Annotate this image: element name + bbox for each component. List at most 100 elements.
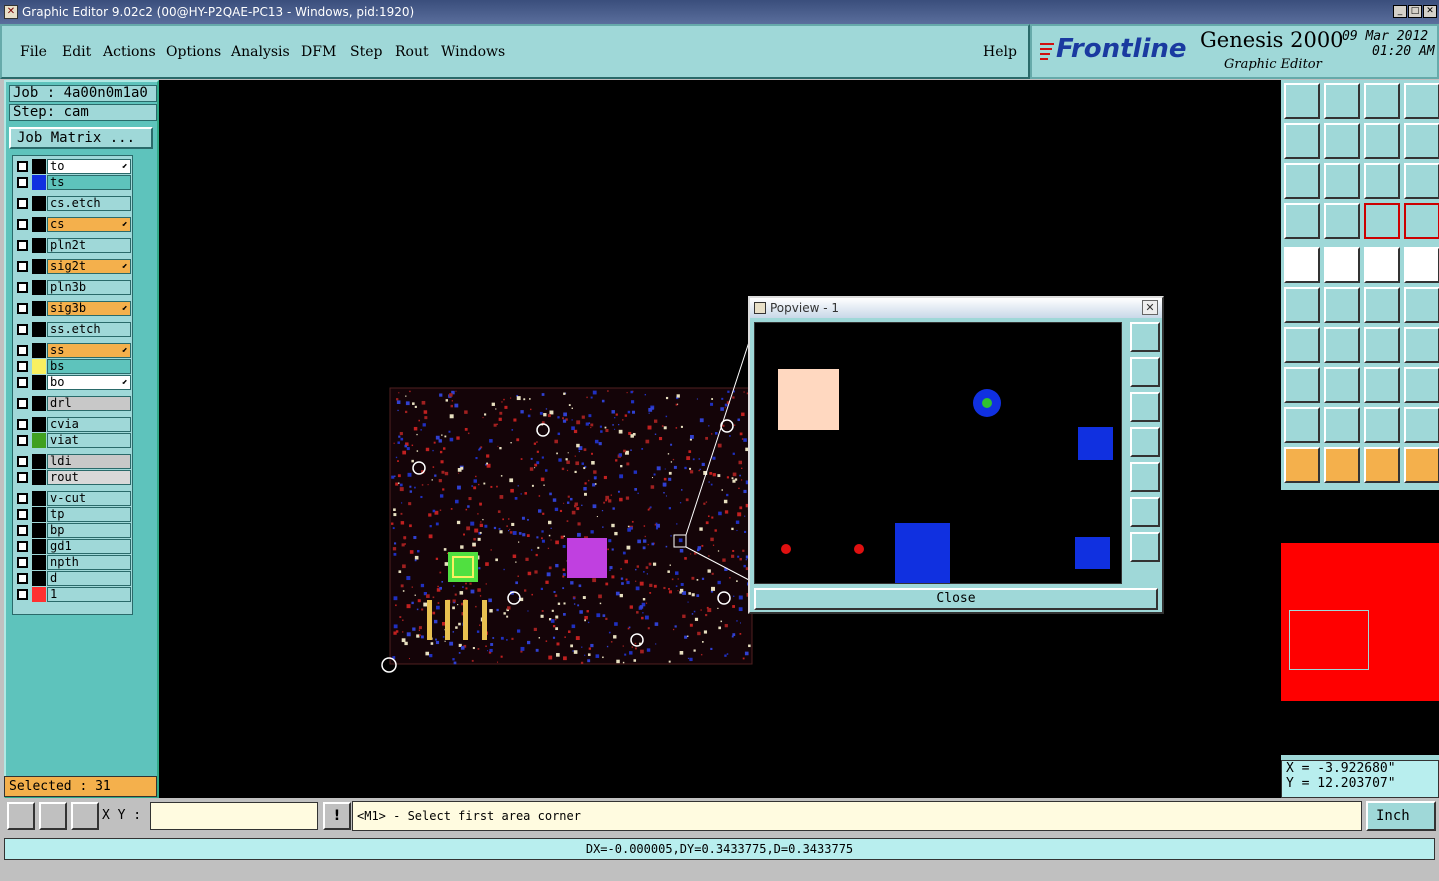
minimize-button[interactable]: _ (1393, 5, 1407, 18)
tri-a-icon[interactable] (1364, 407, 1400, 443)
pointer-icon[interactable] (1284, 447, 1320, 483)
layer-color-swatch[interactable] (32, 587, 46, 602)
open-job-icon[interactable] (1284, 83, 1320, 119)
layer-name[interactable]: cs.etch (47, 196, 131, 211)
popview-pan-right-icon[interactable] (1130, 462, 1160, 492)
layer-row-tp[interactable]: tp (15, 507, 132, 522)
layer-row-sig2t[interactable]: sig2t ⬋ (15, 259, 132, 274)
layer-name[interactable]: v-cut (47, 491, 131, 506)
layer-name[interactable]: 1 (47, 587, 131, 602)
layer-row-ss[interactable]: ss ⬋ (15, 343, 132, 358)
job-matrix-button[interactable]: Job Matrix ... (9, 127, 153, 149)
menu-file[interactable]: File (20, 44, 47, 60)
layer-name[interactable]: ldi (47, 454, 131, 469)
layer-color-swatch[interactable] (32, 507, 46, 522)
layer-row-drl[interactable]: drl (15, 396, 132, 411)
layer-name[interactable]: d (47, 571, 131, 586)
overview-viewport[interactable] (1289, 610, 1369, 670)
layer-color-swatch[interactable] (32, 571, 46, 586)
layer-row-v-cut[interactable]: v-cut (15, 491, 132, 506)
layer-checkbox[interactable] (17, 219, 28, 230)
layer-row-rout[interactable]: rout (15, 470, 132, 485)
layer-color-swatch[interactable] (32, 343, 46, 358)
layer-color-swatch[interactable] (32, 259, 46, 274)
layer-checkbox[interactable] (17, 456, 28, 467)
menu-analysis[interactable]: Analysis (231, 44, 290, 60)
layer-name[interactable]: sig3b ⬋ (47, 301, 131, 316)
layer-row-ts[interactable]: ts (15, 175, 132, 190)
zoom-left-icon[interactable] (1284, 123, 1320, 159)
layers-toggle-2-icon[interactable] (1404, 203, 1439, 239)
cross-icon[interactable] (1324, 287, 1360, 323)
layer-name[interactable]: drl (47, 396, 131, 411)
line-horiz-icon[interactable] (1324, 367, 1360, 403)
menu-actions[interactable]: Actions (103, 44, 156, 60)
popview-pan-up-icon[interactable] (1130, 357, 1160, 387)
layer-color-swatch[interactable] (32, 470, 46, 485)
grid-icon[interactable] (71, 802, 99, 830)
draw-area-icon[interactable] (1324, 247, 1360, 283)
layer-checkbox[interactable] (17, 573, 28, 584)
layer-name[interactable]: sig2t ⬋ (47, 259, 131, 274)
text-mode-icon[interactable] (1404, 327, 1439, 363)
layer-checkbox[interactable] (17, 557, 28, 568)
line-angle-icon[interactable] (1284, 327, 1320, 363)
tri-up-icon[interactable] (1324, 407, 1360, 443)
layer-color-swatch[interactable] (32, 280, 46, 295)
layer-row-viat[interactable]: viat (15, 433, 132, 448)
layer-row-bs[interactable]: bs (15, 359, 132, 374)
menu-rout[interactable]: Rout (395, 44, 429, 60)
layer-color-swatch[interactable] (32, 523, 46, 538)
layer-color-swatch[interactable] (32, 433, 46, 448)
layer-checkbox[interactable] (17, 589, 28, 600)
popview-zoom-icon[interactable] (1130, 322, 1160, 352)
layer-checkbox[interactable] (17, 261, 28, 272)
popview-zoom-out-icon[interactable] (1130, 532, 1160, 562)
layer-name[interactable]: pln2t (47, 238, 131, 253)
layer-color-swatch[interactable] (32, 175, 46, 190)
layer-row-to[interactable]: to ⬋ (15, 159, 132, 174)
menu-edit[interactable]: Edit (62, 44, 91, 60)
dot-icon[interactable] (1404, 247, 1439, 283)
layer-row-d[interactable]: d (15, 571, 132, 586)
layer-row-npth[interactable]: npth (15, 555, 132, 570)
layer-checkbox[interactable] (17, 361, 28, 372)
layer-name[interactable]: tp (47, 507, 131, 522)
layer-name[interactable]: bo ⬋ (47, 375, 131, 390)
pointer-3-icon[interactable] (1364, 447, 1400, 483)
tri-h-icon[interactable] (1404, 407, 1439, 443)
popview-zoom-in-icon[interactable] (1130, 497, 1160, 527)
layer-row-cs.etch[interactable]: cs.etch (15, 196, 132, 211)
snap-icon[interactable] (1284, 367, 1320, 403)
angle-tri-icon[interactable] (1284, 407, 1320, 443)
ruler-icon[interactable] (1364, 247, 1400, 283)
layer-checkbox[interactable] (17, 303, 28, 314)
menu-dfm[interactable]: DFM (301, 44, 336, 60)
menu-step[interactable]: Step (350, 44, 382, 60)
layer-name[interactable]: npth (47, 555, 131, 570)
fit-screen-icon[interactable] (1284, 163, 1320, 199)
tool-wrench-icon[interactable] (1284, 203, 1320, 239)
xy-input[interactable] (150, 802, 318, 830)
measure-icon[interactable] (1364, 367, 1400, 403)
layer-checkbox[interactable] (17, 435, 28, 446)
layer-row-1[interactable]: 1 (15, 587, 132, 602)
help-icon[interactable] (1404, 163, 1439, 199)
layer-checkbox[interactable] (17, 398, 28, 409)
popview-close-button[interactable]: Close (754, 588, 1158, 610)
units-select[interactable]: Inch (1366, 801, 1436, 831)
layer-name[interactable]: ss.etch (47, 322, 131, 337)
layer-name[interactable]: to ⬋ (47, 159, 131, 174)
layer-color-swatch[interactable] (32, 491, 46, 506)
layer-row-cvia[interactable]: cvia (15, 417, 132, 432)
popview-pan-down-icon[interactable] (1130, 392, 1160, 422)
layer-name[interactable]: ss ⬋ (47, 343, 131, 358)
layer-color-swatch[interactable] (32, 454, 46, 469)
popview-close-icon[interactable]: ✕ (1142, 300, 1158, 315)
pointer-2-icon[interactable] (1324, 447, 1360, 483)
layer-checkbox[interactable] (17, 493, 28, 504)
layer-color-swatch[interactable] (32, 238, 46, 253)
layer-checkbox[interactable] (17, 541, 28, 552)
pointer-4-icon[interactable] (1404, 447, 1439, 483)
layer-color-swatch[interactable] (32, 417, 46, 432)
